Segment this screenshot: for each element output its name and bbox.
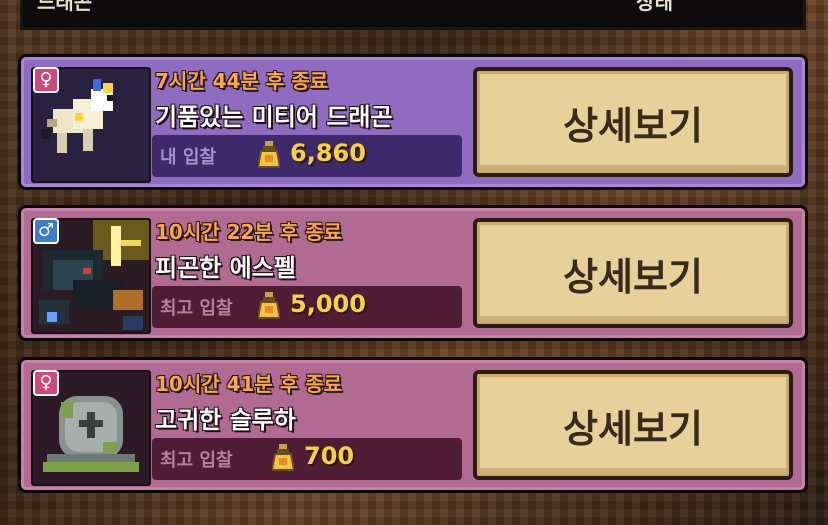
auction-row: ♀ 7시간 44분 후 종료 기품있는 미티어 드래곤 내 입찰 6,860 상… [18,54,808,190]
auction-time-left: 10시간 41분 후 종료 [155,372,342,396]
header-dragon-label: 드래곤 [37,0,93,14]
bid-amount: 6,860 [290,139,366,167]
bid-amount: 700 [304,442,355,470]
female-gender-icon: ♀ [33,67,59,93]
bid-box: 내 입찰 6,860 [152,135,462,177]
bid-label: 최고 입찰 [160,298,233,319]
auction-time-left: 10시간 22분 후 종료 [155,220,342,244]
auction-row: ♀ 10시간 41분 후 종료 고귀한 슬루하 최고 입찰 700 상세보기 [18,357,808,493]
gold-bag-icon [258,141,280,168]
bid-box: 최고 입찰 700 [152,438,462,480]
header-status-label: 상태 [636,0,673,14]
gold-bag-icon [258,292,280,319]
bid-amount: 5,000 [290,290,366,318]
detail-button[interactable]: 상세보기 [473,218,793,328]
dragon-name: 기품있는 미티어 드래곤 [155,103,393,131]
male-gender-icon: ♂ [33,218,59,244]
list-header: 드래곤 상태 [20,0,806,30]
detail-button[interactable]: 상세보기 [473,67,793,177]
auction-time-left: 7시간 44분 후 종료 [155,69,329,93]
dragon-name: 피곤한 에스펠 [155,254,296,282]
bid-label: 내 입찰 [160,147,216,168]
bid-label: 최고 입찰 [160,450,233,471]
auction-row: ♂ 10시간 22분 후 종료 피곤한 에스펠 최고 입찰 5,000 상세보기 [18,205,808,341]
gold-bag-icon [272,444,294,471]
female-gender-icon: ♀ [33,370,59,396]
dragon-name: 고귀한 슬루하 [155,406,296,434]
detail-button[interactable]: 상세보기 [473,370,793,480]
bid-box: 최고 입찰 5,000 [152,286,462,328]
